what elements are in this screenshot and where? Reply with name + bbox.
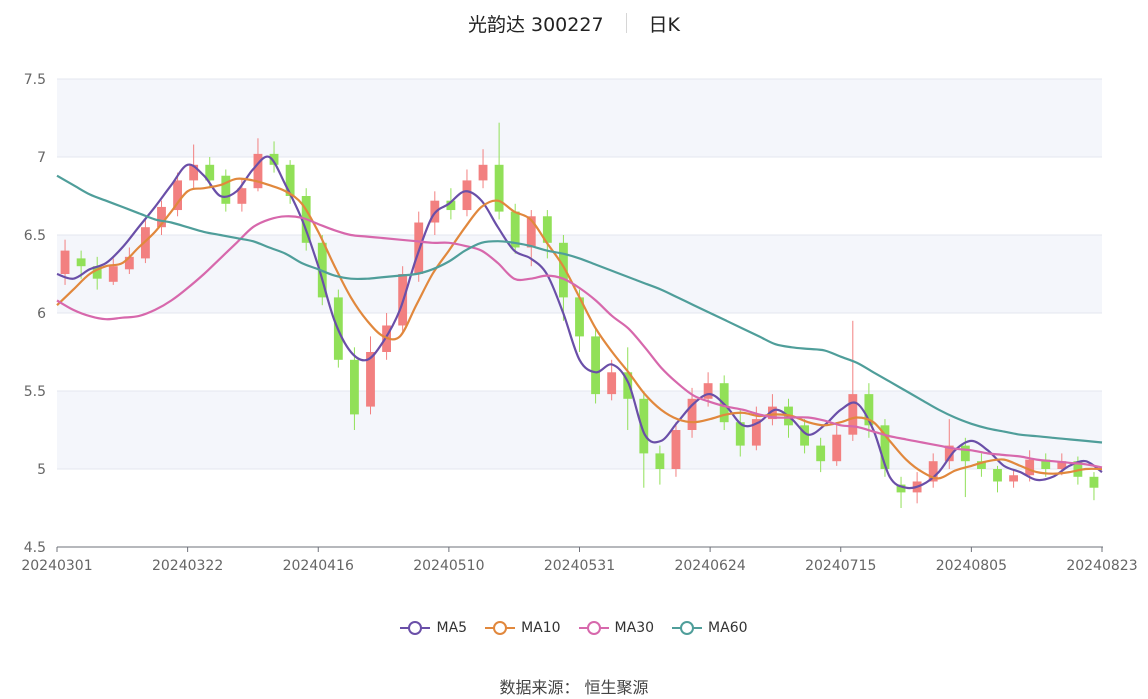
- candle-body: [478, 164, 488, 181]
- y-axis: 7.5 7 6.5 6 5.5 5 4.5: [24, 72, 46, 556]
- legend-item-ma10[interactable]: MA10: [485, 620, 561, 636]
- grid-band: [57, 469, 1102, 547]
- x-tick-label: 20240624: [674, 558, 745, 574]
- candle-body: [350, 359, 359, 415]
- legend-swatch-ma30: [578, 621, 609, 635]
- legend-item-ma30[interactable]: MA30: [578, 620, 655, 636]
- legend: MA5 MA10 MA30 MA60: [0, 620, 1148, 636]
- y-tick-label: 7.5: [24, 72, 46, 88]
- candle-body: [494, 164, 504, 212]
- candle-body: [221, 175, 231, 204]
- candle-body: [60, 250, 70, 274]
- candle: [591, 328, 600, 404]
- candlestick-chart[interactable]: 7.5 7 6.5 6 5.5 5 4.5 20240301 20240322 20240416…: [0, 0, 1148, 610]
- legend-label-ma60: MA60: [708, 620, 748, 636]
- y-tick-label: 6: [37, 306, 46, 322]
- y-tick-label: 5: [37, 462, 46, 478]
- legend-swatch-ma5: [400, 621, 431, 635]
- candle-body: [655, 453, 665, 469]
- y-tick-label: 5.5: [24, 384, 46, 400]
- legend-label-ma5: MA5: [436, 620, 468, 636]
- candle-body: [848, 394, 858, 435]
- legend-swatch-ma10: [485, 621, 516, 635]
- candle-body: [108, 266, 118, 282]
- data-source: 数据来源： 恒生聚源: [0, 674, 1148, 698]
- legend-label-ma30: MA30: [614, 620, 655, 636]
- y-tick-label: 7: [37, 150, 46, 166]
- x-tick-label: 20240531: [544, 558, 615, 574]
- candle-body: [993, 469, 1002, 482]
- candle-body: [607, 372, 617, 395]
- data-source-name: 恒生聚源: [584, 678, 649, 697]
- candle-body: [816, 445, 826, 462]
- grid-band: [57, 79, 1102, 157]
- x-tick-label: 20240416: [283, 558, 354, 574]
- y-tick-label: 4.5: [24, 540, 46, 556]
- x-tick-label: 20240322: [152, 558, 223, 574]
- x-axis: 20240301 20240322 20240416 20240510 20240531…: [21, 546, 1138, 574]
- candle-body: [1009, 475, 1018, 482]
- candle-body: [76, 258, 86, 267]
- x-tick-label: 20240301: [21, 558, 92, 574]
- x-tick-label: 20240805: [936, 558, 1007, 574]
- y-tick-label: 6.5: [24, 228, 46, 244]
- data-source-label: 数据来源：: [499, 678, 580, 697]
- candle-body: [960, 445, 970, 462]
- x-tick-label: 20240823: [1066, 558, 1137, 574]
- candle-body: [1089, 476, 1099, 488]
- legend-item-ma60[interactable]: MA60: [672, 620, 748, 636]
- legend-item-ma5[interactable]: MA5: [400, 620, 467, 636]
- candle: [671, 422, 681, 477]
- candle-body: [832, 434, 842, 462]
- x-tick-label: 20240510: [413, 558, 484, 574]
- candle-body: [591, 336, 600, 395]
- candle-body: [462, 180, 472, 211]
- x-tick-label: 20240715: [805, 558, 876, 574]
- legend-swatch-ma60: [672, 621, 703, 635]
- candle-body: [671, 430, 681, 469]
- legend-label-ma10: MA10: [521, 620, 561, 636]
